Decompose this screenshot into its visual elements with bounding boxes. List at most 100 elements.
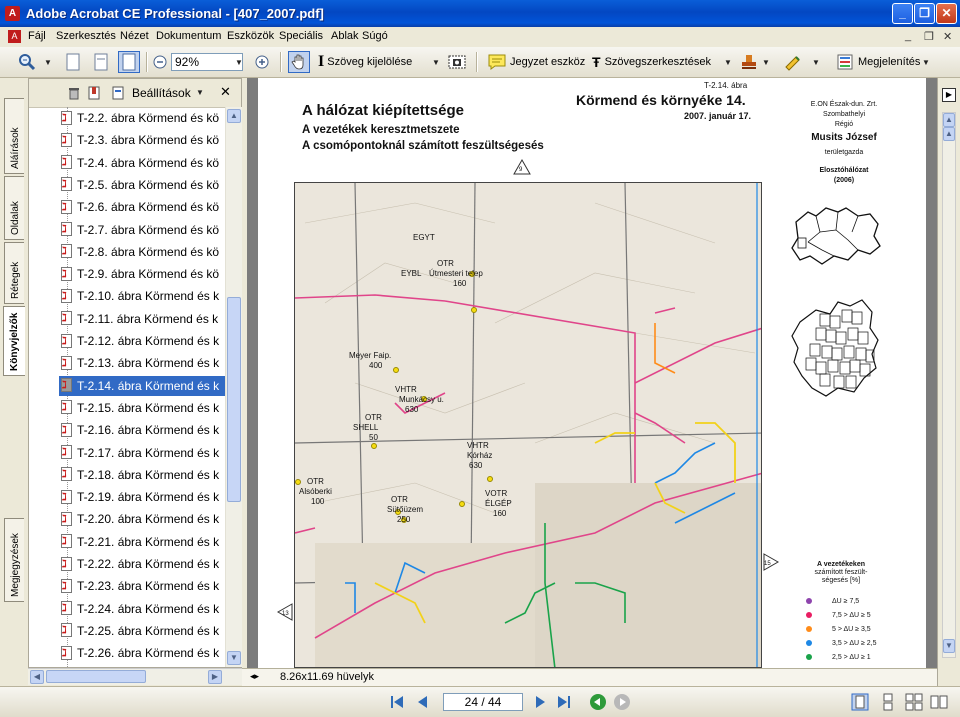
doc-restore-button[interactable]: ❐ xyxy=(924,30,934,43)
select-text-tool[interactable]: I Szöveg kijelölése xyxy=(318,51,412,73)
scroll-up-button[interactable]: ▲ xyxy=(227,109,241,123)
bookmark-settings-menu[interactable]: Beállítások xyxy=(132,86,191,100)
last-page-button[interactable] xyxy=(555,693,573,711)
bookmark-options-icon[interactable] xyxy=(111,86,125,100)
bookmark-item[interactable]: ℷ T-2.3. ábra Körmend és kö xyxy=(59,130,225,150)
menu-tools[interactable]: Eszközök xyxy=(227,30,274,42)
menu-help[interactable]: Súgó xyxy=(362,30,388,42)
bookmark-item[interactable]: ℷ T-2.13. ábra Körmend és k xyxy=(59,353,225,373)
tab-pages[interactable]: Oldalak xyxy=(4,176,24,240)
maximize-button[interactable]: ❐ xyxy=(914,3,935,24)
next-view-button[interactable] xyxy=(613,693,631,711)
bookmark-item[interactable]: ℷ T-2.16. ábra Körmend és k xyxy=(59,420,225,440)
tab-layers[interactable]: Rétegek xyxy=(4,242,24,304)
bookmark-item[interactable]: ℷ T-2.23. ábra Körmend és k xyxy=(59,576,225,596)
fit-width-button[interactable] xyxy=(90,51,112,73)
bookmark-item[interactable]: ℷ T-2.4. ábra Körmend és kö xyxy=(59,153,225,173)
single-page-button[interactable] xyxy=(62,51,84,73)
bookmark-item[interactable]: ℷ T-2.7. ábra Körmend és kö xyxy=(59,220,225,240)
zoom-out-button[interactable] xyxy=(153,51,167,73)
bookmark-item[interactable]: ℷ T-2.25. ábra Körmend és k xyxy=(59,621,225,641)
zoom-in-button[interactable] xyxy=(255,51,269,73)
bookmark-item[interactable]: ℷ T-2.20. ábra Körmend és k xyxy=(59,509,225,529)
hand-tool-button[interactable] xyxy=(288,51,310,73)
new-bookmark-icon[interactable] xyxy=(87,86,101,100)
settings-dropdown-icon[interactable]: ▼ xyxy=(196,88,204,97)
bookmark-item[interactable]: ℷ T-2.5. ábra Körmend és kö xyxy=(59,175,225,195)
doc-scroll-down[interactable]: ▼ xyxy=(943,639,955,653)
acrobat-app-icon[interactable]: A xyxy=(5,6,20,21)
continuous-facing-view-button[interactable] xyxy=(930,693,948,711)
h-scroll-thumb[interactable] xyxy=(46,670,146,683)
stamp-tool[interactable] xyxy=(740,51,758,73)
page-number-field[interactable]: 24 / 44 xyxy=(443,693,523,711)
minimize-button[interactable]: _ xyxy=(892,3,913,24)
expand-panel-button[interactable]: ▶ xyxy=(942,88,956,102)
stamp-dropdown[interactable]: ▼ xyxy=(762,51,770,73)
fit-page-button[interactable] xyxy=(118,51,140,73)
doc-close-button[interactable]: ✕ xyxy=(943,30,952,43)
bookmark-item[interactable]: ℷ T-2.26. ábra Körmend és k xyxy=(59,643,225,663)
document-view[interactable]: T-2.14. ábra A hálózat kiépítettsége A v… xyxy=(247,78,937,668)
display-tool[interactable]: Megjelenítés xyxy=(836,51,920,73)
single-page-view-button[interactable] xyxy=(851,693,869,711)
zoom-input[interactable]: 92% xyxy=(171,53,243,71)
drawing-dropdown[interactable]: ▼ xyxy=(812,51,820,73)
drawing-tool[interactable] xyxy=(784,51,804,73)
zoom-dropdown[interactable]: ▼ xyxy=(235,51,243,73)
bookmark-item[interactable]: ℷ T-2.10. ábra Körmend és k xyxy=(59,286,225,306)
scroll-thumb[interactable] xyxy=(227,297,241,502)
scroll-right-button[interactable]: ▶ xyxy=(208,670,222,684)
first-page-button[interactable] xyxy=(388,693,406,711)
bookmark-item[interactable]: ℷ T-2.14. ábra Körmend és k xyxy=(59,375,225,396)
close-button[interactable]: ✕ xyxy=(936,3,957,24)
text-edit-tool[interactable]: Ŧ Szövegszerkesztések xyxy=(592,51,711,73)
zoom-tool-dropdown[interactable]: ▼ xyxy=(44,51,52,73)
doc-page-up[interactable]: ▲ xyxy=(943,127,955,141)
doc-scroll-up[interactable]: ▲ xyxy=(943,113,955,127)
bookmark-vertical-scrollbar[interactable]: ▲ ▼ xyxy=(225,107,242,667)
bookmark-item[interactable]: ℷ T-2.15. ábra Körmend és k xyxy=(59,398,225,418)
bookmark-item[interactable]: ℷ T-2.12. ábra Körmend és k xyxy=(59,331,225,351)
close-panel-icon[interactable]: ✕ xyxy=(220,84,231,100)
bookmark-item[interactable]: ℷ T-2.8. ábra Körmend és kö xyxy=(59,242,225,262)
scroll-down-button[interactable]: ▼ xyxy=(227,651,241,665)
menu-file[interactable]: Fájl xyxy=(28,30,46,42)
menu-window[interactable]: Ablak xyxy=(331,30,359,42)
scroll-left-button[interactable]: ◀ xyxy=(30,670,44,684)
bookmark-item[interactable]: ℷ T-2.2. ábra Körmend és kö xyxy=(59,108,225,128)
select-text-dropdown[interactable]: ▼ xyxy=(432,51,440,73)
bookmark-item[interactable]: ℷ T-2.21. ábra Körmend és k xyxy=(59,532,225,552)
bookmark-item[interactable]: ℷ T-2.17. ábra Körmend és k xyxy=(59,443,225,463)
menu-advanced[interactable]: Speciális xyxy=(279,30,323,42)
previous-view-button[interactable] xyxy=(589,693,607,711)
menu-document[interactable]: Dokumentum xyxy=(156,30,221,42)
text-edit-dropdown[interactable]: ▼ xyxy=(724,51,732,73)
menu-view[interactable]: Nézet xyxy=(120,30,149,42)
comment-tool[interactable]: Jegyzet eszköz xyxy=(488,51,585,73)
tab-bookmarks[interactable]: Könyvjelzők xyxy=(3,306,25,376)
previous-page-button[interactable] xyxy=(414,693,432,711)
continuous-view-button[interactable] xyxy=(879,693,897,711)
snapshot-tool-button[interactable] xyxy=(446,51,468,73)
document-vertical-scrollbar[interactable]: ▲ ▲ ▼ xyxy=(942,112,956,658)
bookmark-item[interactable]: ℷ T-2.22. ábra Körmend és k xyxy=(59,554,225,574)
bookmark-item[interactable]: ℷ T-2.9. ábra Körmend és kö xyxy=(59,264,225,284)
bookmark-item[interactable]: ℷ T-2.24. ábra Körmend és k xyxy=(59,599,225,619)
bookmark-item[interactable]: ℷ T-2.19. ábra Körmend és k xyxy=(59,487,225,507)
bookmark-item[interactable]: ℷ T-2.11. ábra Körmend és k xyxy=(59,309,225,329)
document-icon[interactable]: A xyxy=(8,30,21,43)
status-scroll-arrows[interactable]: ◂▸ xyxy=(250,671,259,682)
zoom-tool-button[interactable] xyxy=(16,51,38,73)
facing-view-button[interactable] xyxy=(905,693,923,711)
bookmark-item[interactable]: ℷ T-2.6. ábra Körmend és kö xyxy=(59,197,225,217)
bookmark-item[interactable]: ℷ T-2.18. ábra Körmend és k xyxy=(59,465,225,485)
trash-icon[interactable] xyxy=(67,86,81,100)
display-dropdown[interactable]: ▼ xyxy=(922,51,930,73)
menu-edit[interactable]: Szerkesztés xyxy=(56,30,116,42)
doc-minimize-button[interactable]: _ xyxy=(905,30,911,42)
tab-signatures[interactable]: Aláírások xyxy=(4,98,24,174)
bookmark-horizontal-scrollbar[interactable]: ◀ ▶ xyxy=(28,668,242,685)
next-page-button[interactable] xyxy=(531,693,549,711)
tab-comments[interactable]: Megjegyzések xyxy=(4,518,24,602)
